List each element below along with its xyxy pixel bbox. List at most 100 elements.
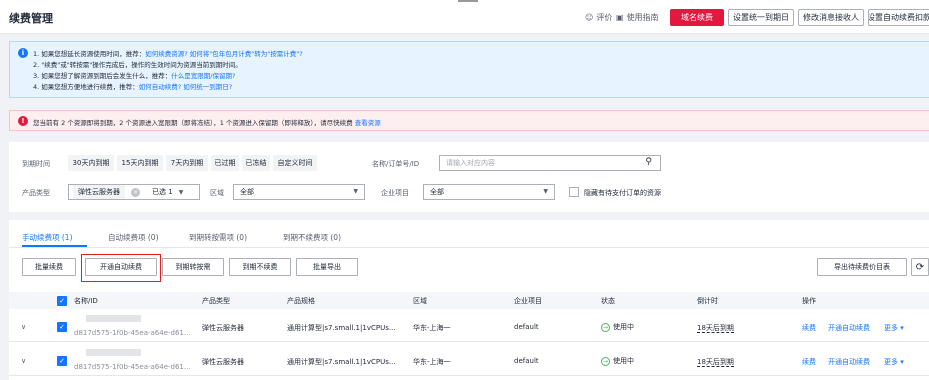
- table-row: ∨ ✓ d817d575-1f0b-45ea-a64e-d61... 弹性云服务…: [9, 309, 929, 342]
- chevron-down-icon: ▼: [178, 188, 184, 196]
- resource-name-redacted: [86, 349, 141, 356]
- more-dropdown[interactable]: 更多 ▾: [884, 357, 904, 367]
- warning-box: ! 您当前有 2 个资源即将到期，2 个资源进入宽限期（即将冻结），1 个资源进…: [9, 110, 929, 131]
- product-type: 弹性云服务器: [202, 358, 244, 366]
- chip-expired[interactable]: 已过期: [211, 155, 239, 171]
- tab-to-ondemand[interactable]: 到期转按需项 (0): [189, 232, 247, 243]
- tabs-divider: [9, 247, 929, 248]
- product-type-select[interactable]: 弹性云服务器 × 已选 1 ▼: [68, 184, 200, 200]
- region-select[interactable]: 全部 ▼: [233, 184, 365, 200]
- chevron-down-icon: ▼: [353, 188, 358, 195]
- expand-icon[interactable]: ∨: [21, 323, 26, 331]
- smile-icon: ☺: [585, 13, 594, 22]
- export-price-button[interactable]: 导出待续费价目表: [817, 258, 907, 276]
- remove-tag-icon[interactable]: ×: [131, 187, 140, 197]
- info-icon: i: [18, 48, 28, 58]
- product-type: 弹性云服务器: [202, 324, 244, 332]
- status: → 使用中: [601, 322, 634, 332]
- highlight-box: [81, 254, 161, 282]
- col-name: 名称/ID: [74, 297, 98, 305]
- project-select[interactable]: 全部 ▼: [423, 184, 555, 200]
- tip-link-3[interactable]: 什么是宽限期/保留期?: [171, 72, 235, 80]
- guide-label: 使用指南: [626, 13, 659, 22]
- info-tip-box: i 1. 如果您想延长资源使用时间，推荐：如何续费资源? 如何将"包年包月计费"…: [9, 41, 929, 98]
- col-region: 区域: [413, 297, 427, 305]
- more-dropdown[interactable]: 更多 ▾: [884, 323, 904, 333]
- guide-link[interactable]: ▣ 使用指南: [616, 12, 659, 23]
- name-search-input[interactable]: 请输入对应内容 ⚲: [439, 155, 661, 171]
- select-all-checkbox[interactable]: ✓: [57, 296, 67, 306]
- col-actions: 操作: [802, 297, 816, 305]
- set-unified-expiry-button[interactable]: 设置统一到期日: [728, 9, 794, 26]
- region-label: 区域: [210, 189, 224, 197]
- product-type-label: 产品类型: [22, 189, 50, 197]
- countdown: 18天后到期: [697, 324, 734, 333]
- tip-line-3: 3. 如果您想了解资源到期后会发生什么，推荐：什么是宽限期/保留期?: [33, 72, 236, 80]
- chip-custom[interactable]: 自定义时间: [273, 155, 317, 171]
- view-resources-link[interactable]: 查看资源: [355, 119, 381, 127]
- renew-link[interactable]: 续费: [802, 357, 816, 367]
- tip-line-1: 1. 如果您想延长资源使用时间，推荐：如何续费资源? 如何将"包年包月计费"转为…: [33, 50, 303, 58]
- book-icon: ▣: [616, 13, 624, 22]
- expand-icon[interactable]: ∨: [21, 357, 26, 365]
- col-countdown: 倒计时: [697, 297, 718, 305]
- countdown: 18天后到期: [697, 358, 734, 367]
- enable-autorenew-link[interactable]: 开通自动续费: [828, 323, 870, 333]
- set-autorenew-date-button[interactable]: 设置自动续费扣款日: [868, 9, 929, 26]
- tab-no-renew[interactable]: 到期不续费项 (0): [283, 232, 341, 243]
- chevron-down-icon: ▼: [543, 188, 548, 195]
- page-header: 续费管理 ☺ 评价 ▣ 使用指南 域名续费 设置统一到期日 修改消息接收人 设置…: [0, 0, 929, 34]
- tab-manual[interactable]: 手动续费项 (1): [22, 232, 73, 243]
- hide-unpaid-checkbox[interactable]: [569, 187, 579, 197]
- chip-30d[interactable]: 30天内到期: [68, 155, 114, 171]
- product-spec: 通用计算型|s7.small.1|1vCPUs...: [287, 324, 396, 332]
- chip-7d[interactable]: 7天内到期: [166, 155, 208, 171]
- domain-renew-button[interactable]: 域名续费: [670, 9, 724, 26]
- tab-auto[interactable]: 自动续费项 (0): [108, 232, 159, 243]
- col-type: 产品类型: [202, 297, 230, 305]
- resource-id: d817d575-1f0b-45ea-a64e-d61...: [74, 363, 191, 371]
- tip-line-2: 2. "续费"或"转按需"操作完成后，操作的生效时间为资源当前到期时间。: [33, 61, 242, 69]
- row-checkbox[interactable]: ✓: [57, 356, 67, 366]
- search-icon[interactable]: ⚲: [645, 157, 652, 167]
- enable-autorenew-link[interactable]: 开通自动续费: [828, 357, 870, 367]
- rate-label: 评价: [596, 13, 613, 22]
- selected-count: 已选 1: [152, 188, 173, 196]
- table-row: ∨ ✓ d817d575-1f0b-45ea-a64e-d61... 弹性云服务…: [9, 343, 929, 376]
- row-checkbox[interactable]: ✓: [57, 322, 67, 332]
- chip-15d[interactable]: 15天内到期: [117, 155, 163, 171]
- resource-id: d817d575-1f0b-45ea-a64e-d61...: [74, 329, 191, 337]
- product-type-tag: 弹性云服务器: [73, 185, 125, 199]
- tip-link-1[interactable]: 如何续费资源? 如何将"包年包月计费"转为"按需计费"?: [145, 50, 302, 58]
- table-header: ✓ 名称/ID 产品类型 产品规格 区域 企业项目 状态 倒计时 操作: [9, 292, 929, 309]
- hide-unpaid-label: 隐藏有待支付订单的资源: [584, 189, 661, 197]
- no-renew-button[interactable]: 到期不续费: [229, 258, 291, 276]
- project-label: 企业项目: [381, 189, 409, 197]
- rate-link[interactable]: ☺ 评价: [585, 12, 612, 23]
- tip-line-4: 4. 如果您想方便地进行续费，推荐：如何自动续费? 如何统一到期日?: [33, 83, 233, 91]
- batch-export-button[interactable]: 批量导出: [296, 258, 358, 276]
- resource-name-redacted: [86, 315, 141, 322]
- status: → 使用中: [601, 356, 634, 366]
- page-title: 续费管理: [9, 12, 53, 25]
- warning-icon: !: [18, 116, 28, 126]
- filter-panel: 到期时间 30天内到期 15天内到期 7天内到期 已过期 已冻结 自定义时间 名…: [9, 142, 929, 212]
- warning-text: 您当前有 2 个资源即将到期，2 个资源进入宽限期（即将冻结），1 个资源进入保…: [33, 119, 381, 127]
- name-filter-label: 名称/订单号/ID: [372, 160, 420, 168]
- project: default: [514, 323, 539, 331]
- refresh-icon[interactable]: ⟳: [911, 258, 929, 276]
- col-spec: 产品规格: [287, 297, 315, 305]
- chip-frozen[interactable]: 已冻结: [242, 155, 270, 171]
- project: default: [514, 357, 539, 365]
- product-spec: 通用计算型|s7.small.1|1vCPUs...: [287, 358, 396, 366]
- window-indicator: [458, 0, 478, 2]
- table-panel: 手动续费项 (1) 自动续费项 (0) 到期转按需项 (0) 到期不续费项 (0…: [9, 220, 929, 380]
- region: 华东-上海一: [413, 324, 451, 332]
- batch-renew-button[interactable]: 批量续费: [22, 258, 76, 276]
- col-project: 企业项目: [514, 297, 542, 305]
- to-ondemand-button[interactable]: 到期转按需: [162, 258, 224, 276]
- running-icon: →: [601, 356, 610, 366]
- renew-link[interactable]: 续费: [802, 323, 816, 333]
- edit-recipients-button[interactable]: 修改消息接收人: [798, 9, 864, 26]
- tip-link-4[interactable]: 如何自动续费? 如何统一到期日?: [139, 83, 232, 91]
